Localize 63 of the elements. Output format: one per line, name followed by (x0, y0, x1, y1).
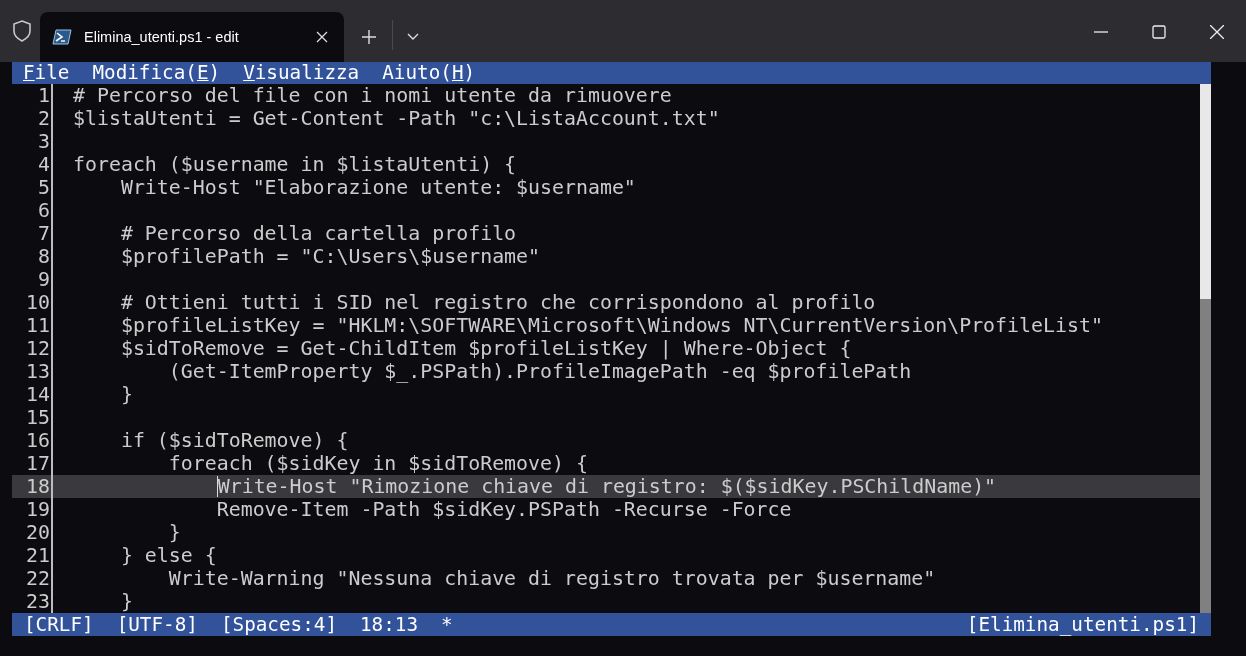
new-tab-icon[interactable] (362, 30, 376, 44)
indentation: [Spaces:4] (220, 613, 337, 636)
line-number: 15 (25, 406, 50, 429)
code-line: (Get-ItemProperty $_.PSPath).ProfileImagePath -eq $profilePath (168, 360, 912, 383)
maximize-icon[interactable] (1152, 25, 1166, 39)
encoding: [UTF-8] (116, 613, 198, 636)
line-number: 23 (25, 590, 50, 613)
cursor-position: 18:13 (360, 613, 419, 636)
line-number: 13 (25, 360, 50, 383)
line-ending: [CRLF] (24, 613, 94, 636)
code-line: $listaUtenti = Get-Content -Path "c:\ListaAccount.txt" (73, 107, 720, 130)
code-line: } (120, 590, 133, 613)
terminal-icon (52, 29, 72, 45)
line-number: 22 (25, 567, 50, 590)
modified-indicator: * (441, 613, 453, 636)
line-number: 11 (25, 314, 50, 337)
line-number: 3 (37, 130, 50, 153)
code-line: Write-Warning "Nessuna chiave di registro trovata per $username" (168, 567, 936, 590)
line-number: 5 (37, 176, 50, 199)
line-number: 14 (25, 383, 50, 406)
line-number: 12 (25, 337, 50, 360)
menu-item[interactable]: File (23, 62, 70, 84)
line-number: 4 (37, 153, 50, 176)
shield-icon[interactable] (12, 20, 32, 42)
file-name: [Elimina_utenti.ps1] (966, 613, 1199, 636)
code-line: $profileListKey = "HKLM:\SOFTWARE\Microsoft\Windows NT\CurrentVersion\ProfileList" (120, 314, 1103, 337)
dropdown-icon[interactable] (407, 33, 419, 41)
close-icon[interactable] (316, 31, 328, 43)
text-cursor (216, 476, 218, 497)
line-number: 18 (25, 475, 50, 498)
code-line: foreach ($username in $listaUtenti) { (73, 153, 517, 176)
line-number: 21 (25, 544, 50, 567)
line-number: 2 (37, 107, 50, 130)
scrollbar[interactable] (1200, 84, 1211, 613)
line-number: 19 (25, 498, 50, 521)
code-line: Remove-Item -Path $sidKey.PSPath -Recurse -Force (216, 498, 792, 521)
line-number: 7 (37, 222, 50, 245)
menu-item[interactable]: Aiuto(H) (382, 62, 476, 84)
line-number: 17 (25, 452, 50, 475)
code-line: Write-Host "Elaborazione utente: $username" (120, 176, 636, 199)
close-icon[interactable] (1210, 25, 1224, 39)
code-line: # Percorso del file con i nomi utente da rimuovere (73, 84, 672, 107)
scrollbar-thumb[interactable] (1200, 84, 1211, 299)
code-line: $sidToRemove = Get-ChildItem $profileListKey | Where-Object { (120, 337, 852, 360)
code-line: if ($sidToRemove) { (120, 429, 349, 452)
code-line: } (168, 521, 181, 544)
code-line: foreach ($sidKey in $sidToRemove) { (168, 452, 588, 475)
code-line: $profilePath = "C:\Users\$username" (120, 245, 541, 268)
line-number: 10 (25, 291, 50, 314)
code-line: # Ottieni tutti i SID nel registro che corrispondono al profilo (120, 291, 876, 314)
code-line: } (120, 383, 133, 406)
line-number: 8 (37, 245, 50, 268)
code-line: } else { (120, 544, 217, 567)
line-number: 20 (25, 521, 50, 544)
menu-item[interactable]: Modifica(E) (92, 62, 221, 84)
line-number: 1 (37, 84, 50, 107)
code-line: # Percorso della cartella profilo (120, 222, 517, 245)
tab-title: Elimina_utenti.ps1 - edit (84, 29, 240, 45)
tab[interactable]: Elimina_utenti.ps1 - edit (40, 12, 344, 62)
line-number: 9 (37, 268, 50, 291)
menu-item[interactable]: Visualizza (243, 62, 360, 84)
line-number: 16 (25, 429, 50, 452)
line-number: 6 (37, 199, 50, 222)
